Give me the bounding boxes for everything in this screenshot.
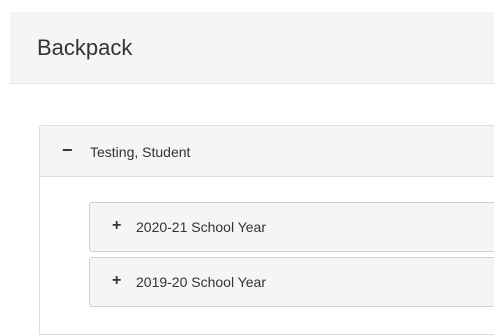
student-name: Testing, Student xyxy=(90,144,191,160)
student-panel: − Testing, Student + 2020-21 School Year… xyxy=(39,125,494,335)
expand-icon[interactable]: + xyxy=(112,217,121,235)
page-header: Backpack xyxy=(10,12,494,84)
expand-icon[interactable]: + xyxy=(112,272,121,290)
page-title: Backpack xyxy=(37,35,133,60)
school-year-label: 2020-21 School Year xyxy=(136,219,266,235)
school-year-item-2020-21[interactable]: + 2020-21 School Year xyxy=(89,202,494,252)
collapse-icon[interactable]: − xyxy=(62,141,73,159)
student-panel-header[interactable]: − Testing, Student xyxy=(40,126,494,177)
school-year-label: 2019-20 School Year xyxy=(136,274,266,290)
school-year-item-2019-20[interactable]: + 2019-20 School Year xyxy=(89,257,494,307)
